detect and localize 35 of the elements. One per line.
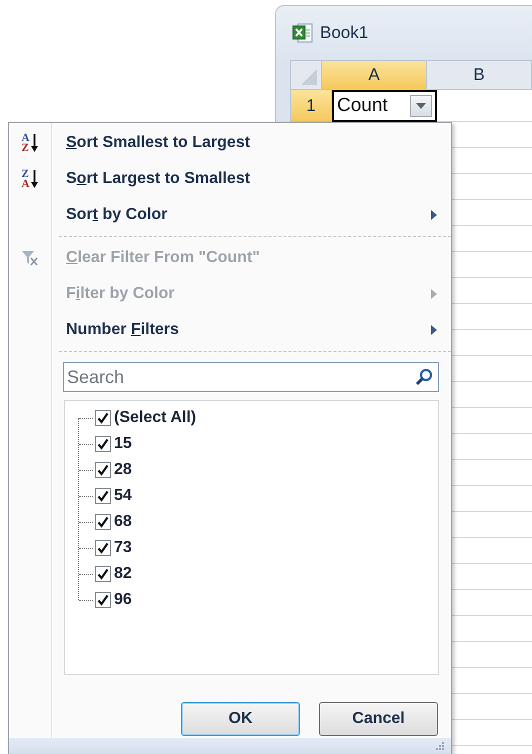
filter-value: 54 <box>114 487 132 505</box>
checkbox[interactable] <box>95 436 111 452</box>
menu-item[interactable]: Sort Largest to Smallest <box>66 170 250 188</box>
column-header[interactable]: A <box>322 60 427 90</box>
checkbox[interactable] <box>95 566 111 582</box>
filter-value: 68 <box>114 513 132 531</box>
clear-filter-icon <box>21 250 39 266</box>
spreadsheet-file-icon <box>292 22 314 44</box>
filter-value: (Select All) <box>114 409 196 427</box>
menu-item[interactable]: Sort Smallest to Largest <box>66 134 250 152</box>
filter-dropdown-button[interactable] <box>410 95 432 117</box>
menu-item[interactable]: Number Filters <box>66 321 179 339</box>
filter-value: 28 <box>114 461 132 479</box>
filter-value: 82 <box>114 565 132 583</box>
row-header[interactable]: 1 <box>290 90 332 122</box>
search-field[interactable]: Search <box>63 362 439 392</box>
column-header[interactable]: B <box>427 60 532 90</box>
search-icon <box>415 368 433 386</box>
filter-value: 15 <box>114 435 132 453</box>
checkbox[interactable] <box>95 462 111 478</box>
workbook-title: Book1 <box>320 23 368 43</box>
filter-value: 96 <box>114 591 132 609</box>
triangle-icon <box>300 68 318 86</box>
checkbox[interactable] <box>95 514 111 530</box>
filter-value: 73 <box>114 539 132 557</box>
menu-item[interactable]: Sort by Color <box>66 206 168 224</box>
checkbox[interactable] <box>95 488 111 504</box>
checkbox[interactable] <box>95 540 111 556</box>
checkbox[interactable] <box>95 592 111 608</box>
caret-icon <box>416 103 426 109</box>
dialog-button[interactable]: OK <box>181 702 300 736</box>
checkbox[interactable] <box>95 410 111 426</box>
cell-text: Count <box>337 95 388 117</box>
dialog-button[interactable]: Cancel <box>319 702 438 736</box>
resize-grip-icon[interactable] <box>435 741 445 751</box>
